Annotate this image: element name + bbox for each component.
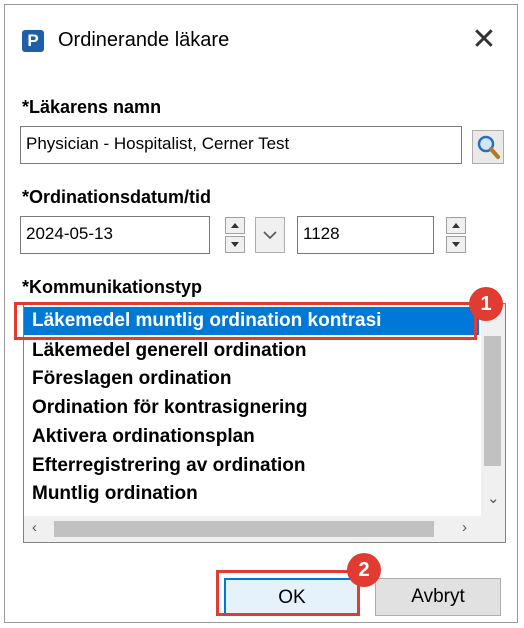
vertical-scroll-thumb[interactable] [484, 336, 501, 466]
scroll-right-icon[interactable]: › [462, 519, 467, 537]
close-icon[interactable]: ✕ [467, 23, 501, 57]
scrollbar-corner [481, 516, 505, 542]
ok-button[interactable]: OK [224, 578, 360, 616]
time-spin-up[interactable] [446, 217, 466, 234]
date-spin-down[interactable] [225, 236, 245, 253]
step-badge-1: 1 [469, 287, 503, 321]
time-spinner[interactable] [446, 217, 466, 253]
horizontal-scroll-thumb[interactable] [54, 521, 434, 537]
date-spinner[interactable] [225, 217, 245, 253]
chevron-down-icon [263, 231, 277, 240]
order-datetime-label: *Ordinationsdatum/tid [22, 187, 211, 207]
cancel-button[interactable]: Avbryt [375, 578, 501, 616]
arrow-up-icon [452, 223, 460, 228]
arrow-down-icon [231, 242, 239, 247]
physician-name-field[interactable]: Physician - Hospitalist, Cerner Test [20, 126, 462, 164]
order-time-field[interactable]: 1128 [297, 216, 434, 254]
vertical-scrollbar[interactable]: ⌃ ⌄ [481, 304, 505, 516]
order-date-field[interactable]: 2024-05-13 [20, 216, 210, 254]
search-button[interactable] [472, 130, 504, 164]
title-bar: P Ordinerande läkare ✕ [5, 5, 517, 67]
list-item[interactable]: Efterregistrering av ordination [32, 452, 305, 480]
horizontal-scrollbar[interactable]: ‹ › [24, 516, 481, 542]
app-icon: P [22, 30, 44, 52]
list-item[interactable]: Läkemedel muntlig ordination kontrasi [24, 307, 479, 335]
communication-type-list[interactable]: Läkemedel muntlig ordination kontrasi Lä… [23, 303, 506, 543]
physician-name-label: *Läkarens namn [22, 97, 162, 117]
dialog-window: P Ordinerande läkare ✕ *Läkarens namn Ph… [4, 4, 518, 623]
scroll-left-icon[interactable]: ‹ [32, 519, 37, 537]
list-item[interactable]: Aktivera ordinationsplan [32, 423, 255, 451]
search-icon [477, 135, 500, 159]
list-item[interactable]: Föreslagen ordination [32, 365, 232, 393]
date-dropdown-button[interactable] [255, 217, 285, 253]
arrow-down-icon [452, 242, 460, 247]
step-badge-2: 2 [347, 553, 381, 587]
date-spin-up[interactable] [225, 217, 245, 234]
arrow-up-icon [231, 223, 239, 228]
time-spin-down[interactable] [446, 236, 466, 253]
dialog-title: Ordinerande läkare [58, 29, 230, 51]
list-item[interactable]: Muntlig ordination [32, 480, 198, 508]
communication-type-label: *Kommunikationstyp [22, 277, 203, 297]
list-item[interactable]: Ordination för kontrasignering [32, 394, 308, 422]
scroll-down-icon[interactable]: ⌄ [487, 490, 500, 508]
list-item[interactable]: Läkemedel generell ordination [32, 337, 307, 365]
